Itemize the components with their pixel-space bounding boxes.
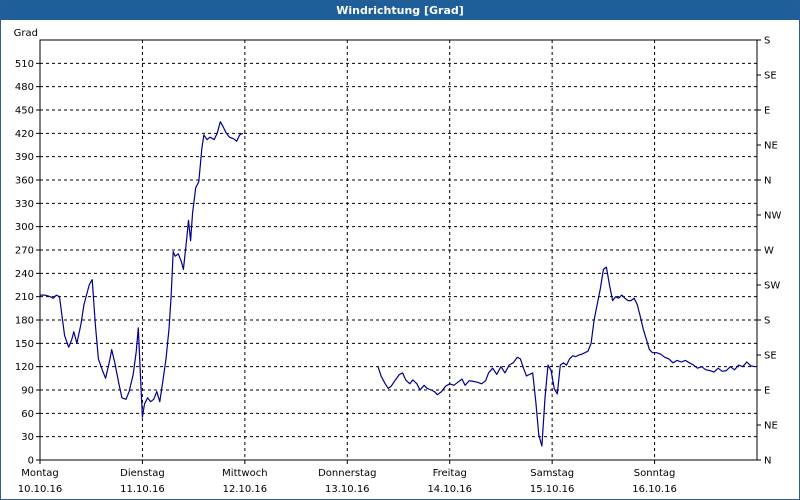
wind-direction-line — [377, 266, 756, 447]
compass-label: SW — [764, 281, 780, 292]
compass-label: S — [764, 316, 770, 327]
wind-direction-chart: 0 30 60 90 120 150 180 210 240 270 300 330 360 390 420… — [14, 28, 782, 495]
grid — [40, 40, 757, 460]
y-tick-label: 390 — [15, 152, 34, 163]
y-axis-title: Grad — [14, 28, 38, 39]
y-tick-label: 450 — [15, 106, 34, 117]
y-tick-label: 30 — [21, 432, 34, 443]
x-day-label: Donnerstag — [318, 468, 376, 479]
axis-labels: 0 30 60 90 120 150 180 210 240 270 300 330 360 390 420… — [14, 28, 782, 495]
y-tick-label: 510 — [15, 59, 34, 70]
y-tick-label: 240 — [15, 269, 34, 280]
compass-label: E — [764, 386, 770, 397]
x-day-label: Mittwoch — [222, 468, 267, 479]
y-tick-label: 60 — [21, 409, 34, 420]
y-tick-label: 480 — [15, 82, 34, 93]
y-tick-label: 150 — [15, 339, 34, 350]
x-day-label: Montag — [21, 468, 58, 479]
compass-label: NE — [764, 421, 778, 432]
x-date-label: 16.10.16 — [632, 484, 677, 495]
x-date-label: 11.10.16 — [120, 484, 165, 495]
compass-label: N — [764, 176, 771, 187]
y-tick-label: 300 — [15, 222, 34, 233]
y-tick-label: 210 — [15, 292, 34, 303]
x-date-label: 10.10.16 — [18, 484, 63, 495]
y-tick-label: 120 — [15, 362, 34, 373]
y-tick-label: 0 — [28, 456, 34, 467]
compass-label: N — [764, 456, 771, 467]
y-tick-label: 330 — [15, 199, 34, 210]
compass-label: NW — [764, 211, 781, 222]
x-date-label: 12.10.16 — [223, 484, 268, 495]
y-tick-label: 90 — [21, 386, 34, 397]
y-tick-label: 270 — [15, 246, 34, 257]
y-tick-label: 360 — [15, 176, 34, 187]
x-day-label: Sonntag — [634, 468, 676, 479]
compass-label: S — [764, 36, 770, 47]
x-date-label: 13.10.16 — [325, 484, 370, 495]
x-day-label: Dienstag — [120, 468, 165, 479]
series-lines — [40, 121, 756, 447]
plot-area-border — [39, 39, 758, 461]
x-day-label: Samstag — [530, 468, 574, 479]
compass-label: SE — [764, 71, 777, 82]
wind-direction-line — [40, 121, 244, 418]
compass-label: W — [764, 246, 774, 257]
y-tick-label: 180 — [15, 316, 34, 327]
axis-ticks — [36, 39, 761, 464]
compass-label: NE — [764, 141, 778, 152]
compass-label: SE — [764, 351, 777, 362]
x-date-label: 15.10.16 — [530, 484, 575, 495]
y-tick-label: 420 — [15, 129, 34, 140]
x-date-label: 14.10.16 — [427, 484, 472, 495]
x-day-label: Freitag — [433, 468, 467, 479]
compass-label: E — [764, 106, 770, 117]
